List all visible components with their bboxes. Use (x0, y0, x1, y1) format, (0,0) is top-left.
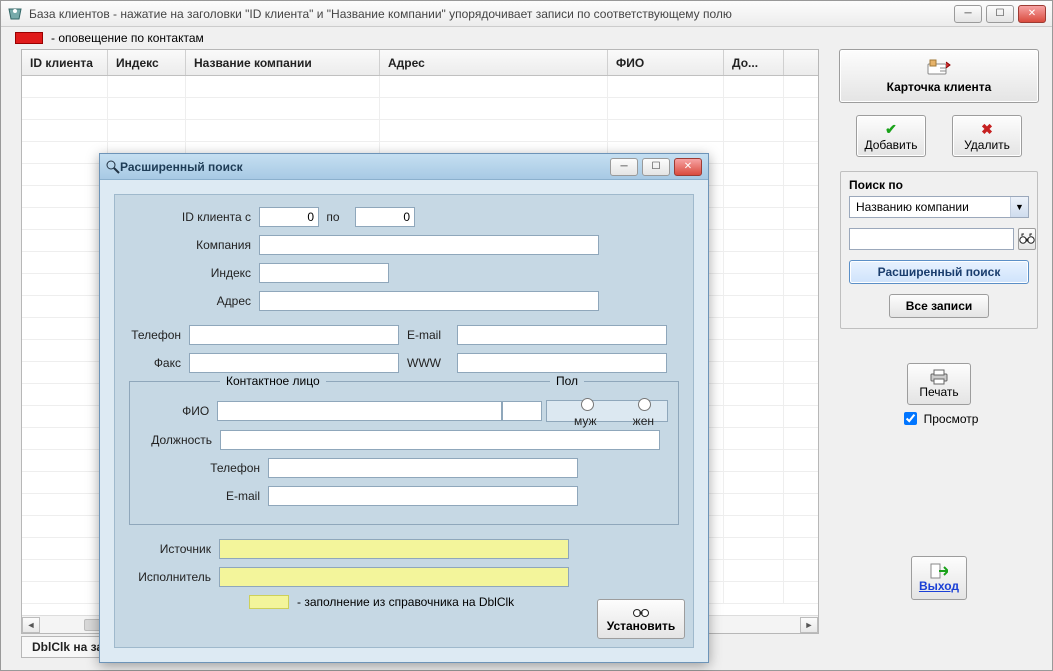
exit-button[interactable]: Выход (911, 556, 967, 600)
hint-swatch (249, 595, 289, 609)
window-title: База клиентов - нажатие на заголовки "ID… (29, 7, 954, 21)
dialog-titlebar: Расширенный поиск ─ ☐ ✕ (100, 154, 708, 180)
contact-email-label: E-mail (140, 489, 268, 503)
id-from-input[interactable] (259, 207, 319, 227)
column-header[interactable]: ID клиента (22, 50, 108, 75)
gender-box: муж жен (546, 400, 668, 422)
email-label: E-mail (399, 328, 457, 342)
print-button[interactable]: Печать (907, 363, 971, 405)
app-icon (7, 6, 23, 22)
dialog-icon (106, 160, 120, 174)
binoculars-icon (632, 605, 650, 619)
contact-legend: Контактное лицо (220, 374, 326, 388)
dialog-close-button[interactable]: ✕ (674, 158, 702, 176)
dialog-hint-text: - заполнение из справочника на DblClk (297, 595, 514, 609)
address-label: Адрес (129, 294, 259, 308)
contact-phone-label: Телефон (140, 461, 268, 475)
gender-male-option[interactable]: муж (552, 395, 605, 428)
apply-button[interactable]: Установить (597, 599, 685, 639)
search-by-combo[interactable]: Названию компании ▼ (849, 196, 1029, 218)
binoculars-icon (1019, 232, 1035, 246)
dialog-minimize-button[interactable]: ─ (610, 158, 638, 176)
www-input[interactable] (457, 353, 667, 373)
executor-label: Исполнитель (129, 570, 219, 584)
chevron-down-icon: ▼ (1010, 197, 1028, 217)
column-header[interactable]: Адрес (380, 50, 608, 75)
contact-fieldset: Контактное лицо Пол ФИО муж жен Должност… (129, 381, 679, 525)
id-to-label: по (319, 210, 355, 224)
scroll-right-arrow[interactable]: ► (800, 617, 818, 633)
fio-extra-input[interactable] (502, 401, 542, 421)
extended-search-button[interactable]: Расширенный поиск (849, 260, 1029, 284)
index-label: Индекс (129, 266, 259, 280)
search-icon-button[interactable] (1018, 228, 1036, 250)
fax-label: Факс (129, 356, 189, 370)
column-header[interactable]: До... (724, 50, 784, 75)
id-to-input[interactable] (355, 207, 415, 227)
company-label: Компания (129, 238, 259, 252)
column-header[interactable]: ФИО (608, 50, 724, 75)
add-button[interactable]: ✔ Добавить (856, 115, 926, 157)
preview-checkbox[interactable] (904, 412, 917, 425)
source-label: Источник (129, 542, 219, 556)
close-button[interactable]: ✕ (1018, 5, 1046, 23)
dialog-body: ID клиента с по Компания Индекс Адрес (114, 194, 694, 648)
fio-input[interactable] (217, 401, 502, 421)
exit-icon (930, 563, 948, 579)
maximize-button[interactable]: ☐ (986, 5, 1014, 23)
scroll-left-arrow[interactable]: ◄ (22, 617, 40, 633)
delete-button[interactable]: ✖ Удалить (952, 115, 1022, 157)
dialog-title: Расширенный поиск (120, 160, 610, 174)
client-card-icon (926, 58, 952, 78)
address-input[interactable] (259, 291, 599, 311)
index-input[interactable] (259, 263, 389, 283)
search-group-title: Поиск по (849, 178, 1029, 192)
table-row[interactable] (22, 98, 818, 120)
phone-label: Телефон (129, 328, 189, 342)
check-icon: ✔ (885, 121, 897, 138)
email-input[interactable] (457, 325, 667, 345)
gender-label: Пол (550, 374, 584, 388)
search-input[interactable] (849, 228, 1014, 250)
main-titlebar: База клиентов - нажатие на заголовки "ID… (1, 1, 1052, 27)
gender-female-option[interactable]: жен (611, 395, 662, 428)
position-input[interactable] (220, 430, 660, 450)
www-label: WWW (399, 356, 457, 370)
legend-row: - оповещение по контактам (1, 27, 1052, 49)
search-group: Поиск по Названию компании ▼ Расширенный… (840, 171, 1038, 329)
table-row[interactable] (22, 120, 818, 142)
main-window: База клиентов - нажатие на заголовки "ID… (0, 0, 1053, 671)
all-records-button[interactable]: Все записи (889, 294, 989, 318)
executor-input[interactable] (219, 567, 569, 587)
legend-text: - оповещение по контактам (51, 31, 204, 45)
contact-email-input[interactable] (268, 486, 578, 506)
fio-label: ФИО (140, 404, 217, 418)
column-header[interactable]: Индекс (108, 50, 186, 75)
printer-icon (929, 369, 949, 385)
fax-input[interactable] (189, 353, 399, 373)
minimize-button[interactable]: ─ (954, 5, 982, 23)
position-label: Должность (140, 433, 220, 447)
id-from-label: ID клиента с (129, 210, 259, 224)
legend-swatch (15, 32, 43, 44)
table-header: ID клиентаИндексНазвание компанииАдресФИ… (22, 50, 818, 76)
table-row[interactable] (22, 76, 818, 98)
column-header[interactable]: Название компании (186, 50, 380, 75)
extended-search-dialog: Расширенный поиск ─ ☐ ✕ ID клиента с по … (99, 153, 709, 663)
client-card-button[interactable]: Карточка клиента (839, 49, 1039, 103)
x-icon: ✖ (981, 121, 993, 138)
phone-input[interactable] (189, 325, 399, 345)
contact-phone-input[interactable] (268, 458, 578, 478)
company-input[interactable] (259, 235, 599, 255)
dialog-maximize-button[interactable]: ☐ (642, 158, 670, 176)
side-panel: Карточка клиента ✔ Добавить ✖ Удалить По… (834, 49, 1044, 634)
preview-checkbox-row[interactable]: Просмотр (900, 409, 979, 428)
source-input[interactable] (219, 539, 569, 559)
